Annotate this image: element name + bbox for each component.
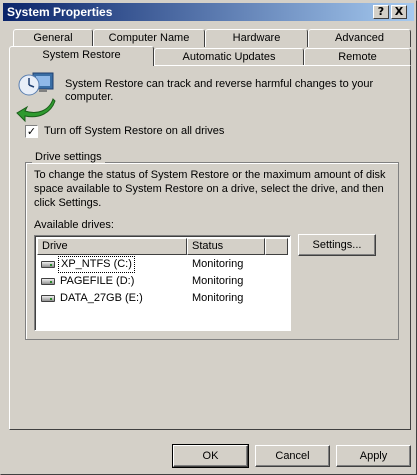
drives-listview[interactable]: Drive Status XP_NTFS (C:) Monitoring PAG… — [34, 235, 291, 331]
drive-name: XP_NTFS (C:) — [58, 256, 135, 273]
system-restore-icon — [16, 72, 56, 123]
window-title: System Properties — [7, 5, 113, 19]
tab-computer-name[interactable]: Computer Name — [93, 29, 205, 47]
drive-row[interactable]: DATA_27GB (E:) Monitoring — [39, 290, 289, 307]
title-bar[interactable]: System Properties ? X — [3, 3, 414, 21]
tab-hardware[interactable]: Hardware — [205, 29, 308, 47]
drive-settings-description: To change the status of System Restore o… — [34, 169, 386, 209]
cancel-button[interactable]: Cancel — [255, 445, 330, 467]
hard-drive-icon — [41, 261, 55, 268]
apply-button[interactable]: Apply — [336, 445, 411, 467]
column-header-drive[interactable]: Drive — [37, 238, 187, 255]
drive-name: DATA_27GB (E:) — [60, 292, 143, 304]
drive-status: Monitoring — [192, 258, 244, 270]
ok-button[interactable]: OK — [172, 444, 249, 468]
settings-button[interactable]: Settings... — [298, 234, 376, 256]
available-drives-label: Available drives: — [34, 219, 114, 231]
turn-off-checkbox[interactable]: ✓ — [25, 125, 38, 138]
system-properties-window: System Properties ? X General Computer N… — [0, 0, 417, 475]
tab-advanced[interactable]: Advanced — [308, 29, 411, 47]
drive-name: PAGEFILE (D:) — [60, 275, 135, 287]
drive-settings-label: Drive settings — [32, 151, 105, 163]
drive-status: Monitoring — [192, 292, 244, 304]
column-header-filler — [265, 238, 288, 255]
drive-status: Monitoring — [192, 275, 244, 287]
drive-row[interactable]: XP_NTFS (C:) Monitoring — [39, 256, 289, 273]
column-header-status[interactable]: Status — [187, 238, 265, 255]
hard-drive-icon — [41, 295, 55, 302]
turn-off-label[interactable]: Turn off System Restore on all drives — [44, 125, 224, 137]
drive-row[interactable]: PAGEFILE (D:) Monitoring — [39, 273, 289, 290]
tab-automatic-updates[interactable]: Automatic Updates — [154, 48, 304, 66]
intro-text: System Restore can track and reverse har… — [65, 78, 374, 103]
close-button[interactable]: X — [391, 5, 407, 19]
help-button[interactable]: ? — [373, 5, 389, 19]
tab-general[interactable]: General — [13, 29, 93, 47]
tab-system-restore[interactable]: System Restore — [9, 46, 154, 66]
hard-drive-icon — [41, 278, 55, 285]
tab-remote[interactable]: Remote — [304, 48, 411, 66]
